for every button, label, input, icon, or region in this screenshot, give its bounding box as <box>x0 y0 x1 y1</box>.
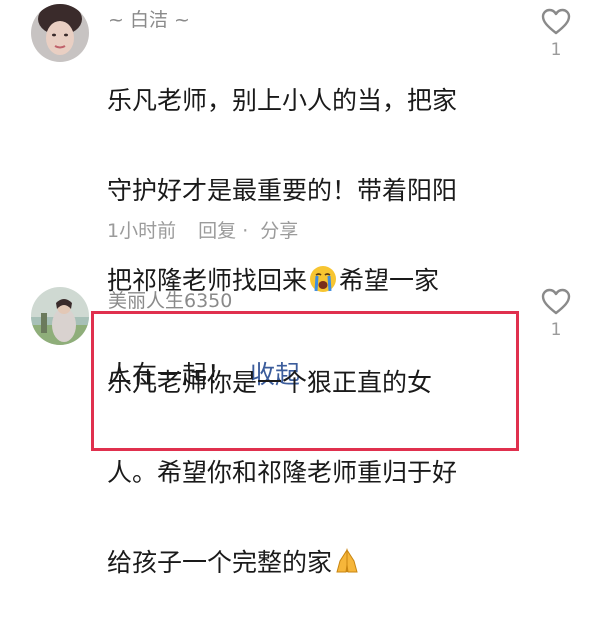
avatar[interactable] <box>31 4 89 62</box>
avatar[interactable] <box>31 287 89 345</box>
comment-line-text: 希望一家 <box>339 266 440 295</box>
folded-hands-emoji-icon <box>334 544 360 589</box>
separator-dot: · <box>242 220 249 242</box>
like-count: 1 <box>550 40 562 60</box>
comment-line: 乐凡老师，别上小人的当，把家 <box>107 86 458 115</box>
share-button[interactable]: 分享 <box>260 220 298 242</box>
comment-line: 守护好才是最重要的！带着阳阳 <box>107 176 458 205</box>
comment-line-text: 给孩子一个完整的家 <box>107 548 333 577</box>
timestamp: 1小时前 <box>107 220 177 242</box>
reply-button[interactable]: 回复 <box>198 220 236 242</box>
comment-line: 给孩子一个完整的家 <box>107 540 457 589</box>
heart-icon[interactable] <box>541 288 571 319</box>
heart-icon[interactable] <box>541 8 571 39</box>
like-count: 1 <box>550 320 562 340</box>
comment-meta: 1小时前 回复 · 分享 <box>107 216 314 243</box>
crying-face-emoji-icon <box>309 262 337 307</box>
highlight-box <box>91 311 519 451</box>
comment-line: 人。希望你和祁隆老师重归于好 <box>107 458 458 487</box>
username[interactable]: ~ 白洁 ~ <box>108 5 190 32</box>
username[interactable]: 美丽人生6350 <box>108 286 232 313</box>
